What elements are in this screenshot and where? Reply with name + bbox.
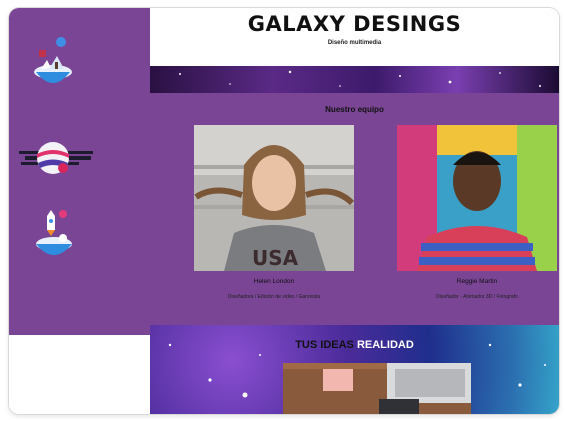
galaxy-banner — [150, 66, 559, 93]
brand-tagline: Diseño multimedia — [327, 40, 382, 46]
member-name: Helen London — [253, 278, 295, 285]
planet-icon — [19, 142, 93, 174]
team-title: Nuestro equipo — [325, 105, 384, 114]
hero-title-part1: TUS IDEAS — [295, 339, 354, 351]
sidebar-footer-space — [9, 335, 150, 414]
browser-window: GALAXY DESINGS Diseño multimedia Nuestro… — [9, 8, 559, 414]
reggie-photo — [397, 125, 557, 271]
member-role: Diseñador - Animador 3D / Fotografo — [436, 294, 518, 300]
hero-section: TUS IDEAS REALIDAD — [150, 325, 559, 414]
desk-image — [283, 363, 471, 414]
site-header: GALAXY DESINGS Diseño multimedia — [150, 8, 559, 66]
main-content: GALAXY DESINGS Diseño multimedia Nuestro… — [150, 8, 559, 414]
hero-title-part2: REALIDAD — [356, 339, 414, 351]
brand-title: GALAXY DESINGS — [247, 12, 462, 36]
rocket-island-icon — [36, 210, 72, 255]
team-section: Nuestro equipo USA Helen London Diseñado… — [150, 93, 559, 325]
stars-decoration — [179, 70, 541, 87]
sidebar — [9, 8, 150, 335]
svg-text:USA: USA — [252, 246, 299, 270]
member-role: Diseñadora / Edición de video / Garonist… — [227, 294, 321, 300]
member-name: Reggie Martin — [456, 278, 498, 285]
floating-island-icon — [34, 37, 72, 83]
helen-photo: USA — [194, 125, 354, 271]
hero-title: TUS IDEAS REALIDAD — [150, 339, 559, 351]
